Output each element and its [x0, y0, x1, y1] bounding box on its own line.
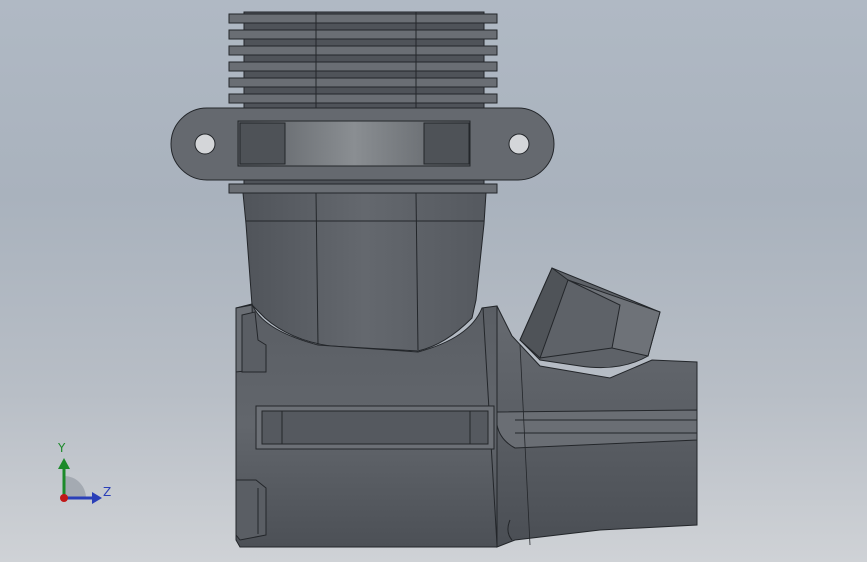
triad-axes	[58, 458, 102, 504]
graphics-viewport[interactable]: Y Z	[0, 0, 867, 562]
y-axis-label: Y	[58, 441, 66, 455]
coordinate-triad	[58, 458, 102, 504]
triad-origin	[60, 494, 68, 502]
z-axis-label: Z	[103, 485, 112, 499]
